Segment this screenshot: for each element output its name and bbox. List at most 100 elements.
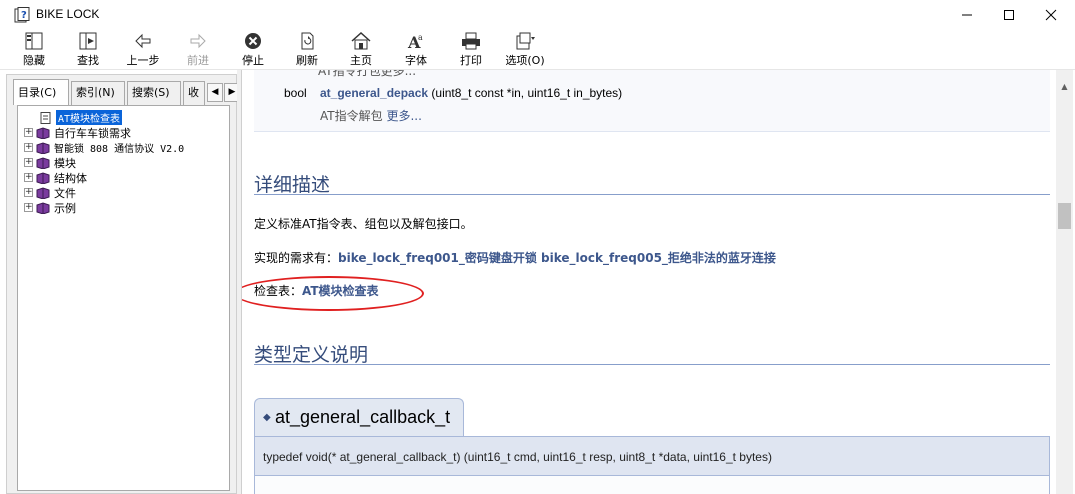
diamond-icon: ◆ (263, 412, 271, 423)
maximize-button[interactable] (986, 0, 1032, 29)
tab-contents[interactable]: 目录(C) (13, 79, 69, 105)
section-heading-detail: 详细描述 (254, 174, 331, 196)
scroll-thumb[interactable] (1058, 203, 1071, 229)
expand-icon[interactable]: + (24, 203, 33, 212)
requirements-link[interactable]: bike_lock_freq001_密码键盘开锁 bike_lock_freq0… (338, 251, 776, 265)
more-link[interactable]: 更多... (386, 109, 421, 123)
locate-label: 查找 (77, 54, 99, 67)
stop-button[interactable]: 停止 (228, 31, 278, 69)
tree-item-label: 文件 (54, 186, 76, 200)
page-icon (40, 111, 51, 124)
contents-tree: AT模块检查表 + 自行车车锁需求 + 智能锁 808 通信协议 V2.0 + … (17, 105, 230, 491)
scroll-up-button[interactable]: ▲ (1056, 78, 1073, 95)
requirements-label: 实现的需求有： (254, 251, 339, 265)
hide-button[interactable]: 隐藏 (9, 31, 59, 69)
home-icon (351, 31, 371, 50)
back-button[interactable]: 上一步 (118, 31, 168, 69)
expand-icon[interactable]: + (24, 143, 33, 152)
svg-text:?: ? (21, 10, 27, 21)
tree-item-protocol[interactable]: + 智能锁 808 通信协议 V2.0 (24, 140, 184, 155)
tree-item-label: AT模块检查表 (56, 110, 123, 125)
typedef-title-tab: ◆ at_general_callback_t (254, 398, 464, 436)
hide-label: 隐藏 (23, 54, 45, 67)
triangle-left-icon: ◀ (211, 87, 219, 97)
tab-scroll-left-button[interactable]: ◀ (207, 83, 223, 102)
expand-icon[interactable]: + (24, 173, 33, 182)
member-return-type: bool (284, 86, 307, 100)
highlight-ellipse (242, 276, 424, 311)
close-button[interactable] (1028, 0, 1074, 29)
svg-text:a: a (418, 33, 423, 42)
expand-icon[interactable]: + (24, 158, 33, 167)
member-name-link[interactable]: at_general_depack (320, 86, 428, 100)
chevron-up-icon: ▲ (1061, 82, 1068, 91)
member-summary: AT指令打包更多... bool at_general_depack (uint… (254, 70, 1050, 132)
tab-search[interactable]: 搜索(S) (127, 81, 181, 105)
description-text: 定义标准AT指令表、组包以及解包接口。 (254, 217, 473, 231)
tree-item-files[interactable]: + 文件 (24, 185, 76, 200)
title-bar: ? BIKE LOCK (0, 0, 1075, 29)
forward-button[interactable]: 前进 (173, 31, 223, 69)
tree-item-structs[interactable]: + 结构体 (24, 170, 87, 185)
navigation-pane: 目录(C) 索引(N) 搜索(S) 收 ◀ ▶ AT模块检查表 + 自行车车锁需… (6, 74, 240, 494)
tab-index[interactable]: 索引(N) (71, 81, 125, 105)
font-button[interactable]: Aa 字体 (391, 31, 441, 69)
member-signature: at_general_depack (uint8_t const *in, ui… (320, 86, 622, 100)
tab-favorites[interactable]: 收 (183, 81, 205, 105)
locate-button[interactable]: 查找 (63, 31, 113, 69)
forward-label: 前进 (187, 54, 209, 67)
tree-item-bike-requirements[interactable]: + 自行车车锁需求 (24, 125, 131, 140)
expand-icon[interactable]: + (24, 188, 33, 197)
book-icon (36, 171, 50, 184)
typedef-name: at_general_callback_t (275, 407, 451, 427)
tree-item-label: 结构体 (54, 171, 87, 185)
tree-item-label: 智能锁 808 通信协议 V2.0 (54, 144, 185, 155)
vertical-scrollbar[interactable]: ▲ (1056, 70, 1073, 494)
member-brief: AT指令解包 更多... (320, 107, 422, 124)
tree-item-at-checklist[interactable]: AT模块检查表 (38, 110, 123, 125)
print-label: 打印 (460, 54, 482, 67)
book-icon (36, 141, 50, 154)
tree-item-label: 自行车车锁需求 (54, 126, 131, 140)
stop-icon (245, 33, 261, 49)
refresh-label: 刷新 (296, 54, 318, 67)
content-pane: AT指令打包更多... bool at_general_depack (uint… (241, 70, 1056, 494)
back-label: 上一步 (126, 54, 160, 67)
options-button[interactable]: 选项(O) (500, 31, 550, 69)
book-icon (36, 186, 50, 199)
brief-text: AT指令解包 (320, 109, 387, 123)
minimize-button[interactable] (944, 0, 990, 29)
window-title: BIKE LOCK (36, 7, 100, 21)
typedef-doc (254, 476, 1050, 494)
help-window: ? BIKE LOCK 隐藏 查找 上一步 前进 停止 刷新 主页 A a 字体… (0, 0, 1075, 494)
font-label: 字体 (405, 54, 427, 67)
forward-arrow-icon (190, 33, 206, 49)
member-args: (uint8_t const *in, uint16_t in_bytes) (428, 86, 623, 100)
maximize-icon (1004, 9, 1014, 20)
book-icon (36, 156, 50, 169)
minimize-icon (962, 14, 972, 15)
refresh-icon (301, 32, 314, 50)
help-app-icon: ? (14, 7, 30, 23)
book-icon (36, 126, 50, 139)
tree-item-examples[interactable]: + 示例 (24, 200, 76, 215)
locate-icon (79, 32, 97, 50)
refresh-button[interactable]: 刷新 (282, 31, 332, 69)
font-icon: Aa (407, 33, 423, 51)
tree-item-modules[interactable]: + 模块 (24, 155, 76, 170)
expand-icon[interactable]: + (24, 128, 33, 137)
printer-icon (462, 32, 480, 50)
triangle-right-icon: ▶ (228, 87, 236, 97)
options-icon (516, 32, 535, 50)
tree-item-label: 模块 (54, 156, 76, 170)
options-label: 选项(O) (505, 54, 545, 67)
partial-text: AT指令打包更多... (318, 70, 417, 78)
print-button[interactable]: 打印 (446, 31, 496, 69)
toolbar: 隐藏 查找 上一步 前进 停止 刷新 主页 Aa 字体 打印 选项(O) (0, 29, 1075, 70)
heading-divider (254, 364, 1050, 365)
typedef-prototype: typedef void(* at_general_callback_t) (u… (254, 436, 1050, 476)
close-icon (1045, 9, 1057, 20)
home-button[interactable]: 主页 (336, 31, 386, 69)
home-label: 主页 (350, 54, 372, 67)
heading-divider (254, 194, 1050, 195)
